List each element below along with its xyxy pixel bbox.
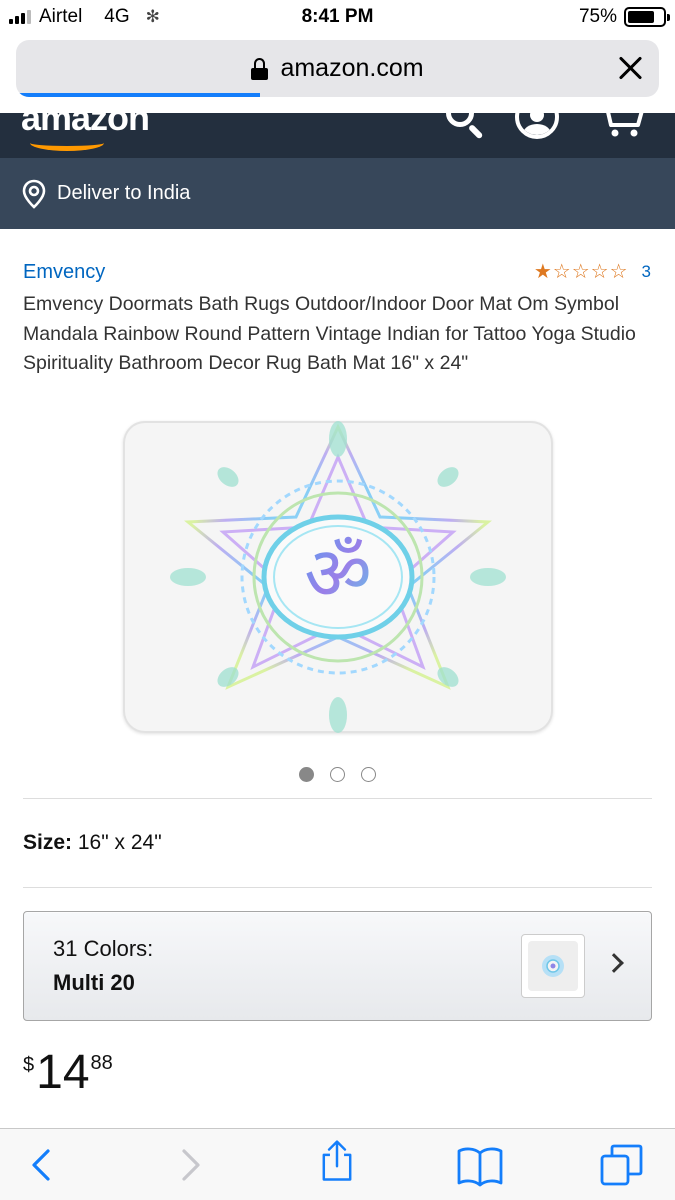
divider bbox=[23, 887, 652, 888]
address-content: amazon.com bbox=[16, 40, 659, 97]
carousel-dot[interactable] bbox=[299, 767, 314, 782]
stop-loading-close-icon[interactable] bbox=[615, 53, 645, 83]
color-swatch-thumbnail bbox=[521, 934, 585, 998]
size-value: 16" x 24" bbox=[77, 831, 162, 854]
battery-icon bbox=[624, 7, 670, 27]
account-icon[interactable] bbox=[515, 113, 559, 139]
om-mandala-graphic: ॐ bbox=[170, 421, 506, 733]
rating-count[interactable]: 3 bbox=[642, 262, 651, 282]
status-right: 75% bbox=[578, 6, 670, 28]
back-icon[interactable] bbox=[20, 1143, 64, 1187]
divider bbox=[23, 798, 652, 799]
address-bar[interactable]: amazon.com bbox=[16, 40, 659, 97]
location-pin-icon bbox=[22, 179, 46, 209]
forward-icon[interactable] bbox=[168, 1143, 212, 1187]
star-empty-icon: ☆ bbox=[590, 261, 609, 283]
share-icon[interactable] bbox=[315, 1139, 359, 1183]
product-title: Emvency Doormats Bath Rugs Outdoor/Indoo… bbox=[23, 293, 636, 374]
page-load-progress-bar bbox=[16, 93, 261, 97]
carousel-dot[interactable] bbox=[361, 767, 376, 782]
color-selector-button[interactable]: 31 Colors: Multi 20 bbox=[23, 911, 652, 1021]
size-row: Size: 16" x 24" bbox=[23, 831, 162, 855]
lock-icon bbox=[251, 57, 269, 80]
cart-icon[interactable] bbox=[596, 113, 646, 137]
image-carousel-dots bbox=[0, 767, 675, 782]
deliver-to-bar[interactable]: Deliver to India bbox=[0, 158, 675, 229]
selected-color-value: Multi 20 bbox=[53, 970, 135, 995]
safari-toolbar bbox=[0, 1128, 675, 1200]
bookmarks-icon[interactable] bbox=[456, 1143, 504, 1187]
star-empty-icon: ☆ bbox=[571, 261, 590, 283]
rating-summary[interactable]: ★ ☆ ☆ ☆ ☆ 3 bbox=[534, 261, 651, 283]
price-currency: $ bbox=[23, 1054, 35, 1076]
product-image[interactable]: ॐ bbox=[123, 421, 553, 733]
price-whole: 14 bbox=[36, 1046, 90, 1099]
url-text[interactable]: amazon.com bbox=[280, 54, 423, 83]
svg-text:ॐ: ॐ bbox=[304, 531, 372, 617]
star-empty-icon: ☆ bbox=[609, 261, 628, 283]
search-icon[interactable] bbox=[446, 113, 486, 140]
colors-count-label: 31 Colors: bbox=[53, 936, 154, 961]
star-empty-icon: ☆ bbox=[552, 261, 571, 283]
size-label: Size: bbox=[23, 831, 73, 854]
battery-level bbox=[628, 11, 654, 23]
star-rating: ★ ☆ ☆ ☆ ☆ bbox=[534, 261, 628, 283]
battery-percent: 75% bbox=[578, 6, 617, 27]
amazon-header: amazon bbox=[0, 113, 675, 158]
deliver-to-text: Deliver to India bbox=[57, 182, 191, 204]
status-time: 8:41 PM bbox=[301, 6, 374, 27]
swatch-mandala-icon bbox=[542, 955, 564, 977]
amazon-logo-smile-icon bbox=[30, 135, 104, 151]
carousel-dot[interactable] bbox=[330, 767, 345, 782]
brand-link[interactable]: Emvency bbox=[23, 261, 105, 284]
star-filled-icon: ★ bbox=[533, 261, 552, 283]
chevron-right-icon bbox=[604, 953, 624, 973]
price: $ 14 88 bbox=[23, 1049, 113, 1097]
price-fraction: 88 bbox=[90, 1052, 113, 1074]
tabs-icon[interactable] bbox=[598, 1143, 646, 1187]
status-bar: Airtel 4G ✻ 8:41 PM 75% bbox=[0, 0, 675, 36]
